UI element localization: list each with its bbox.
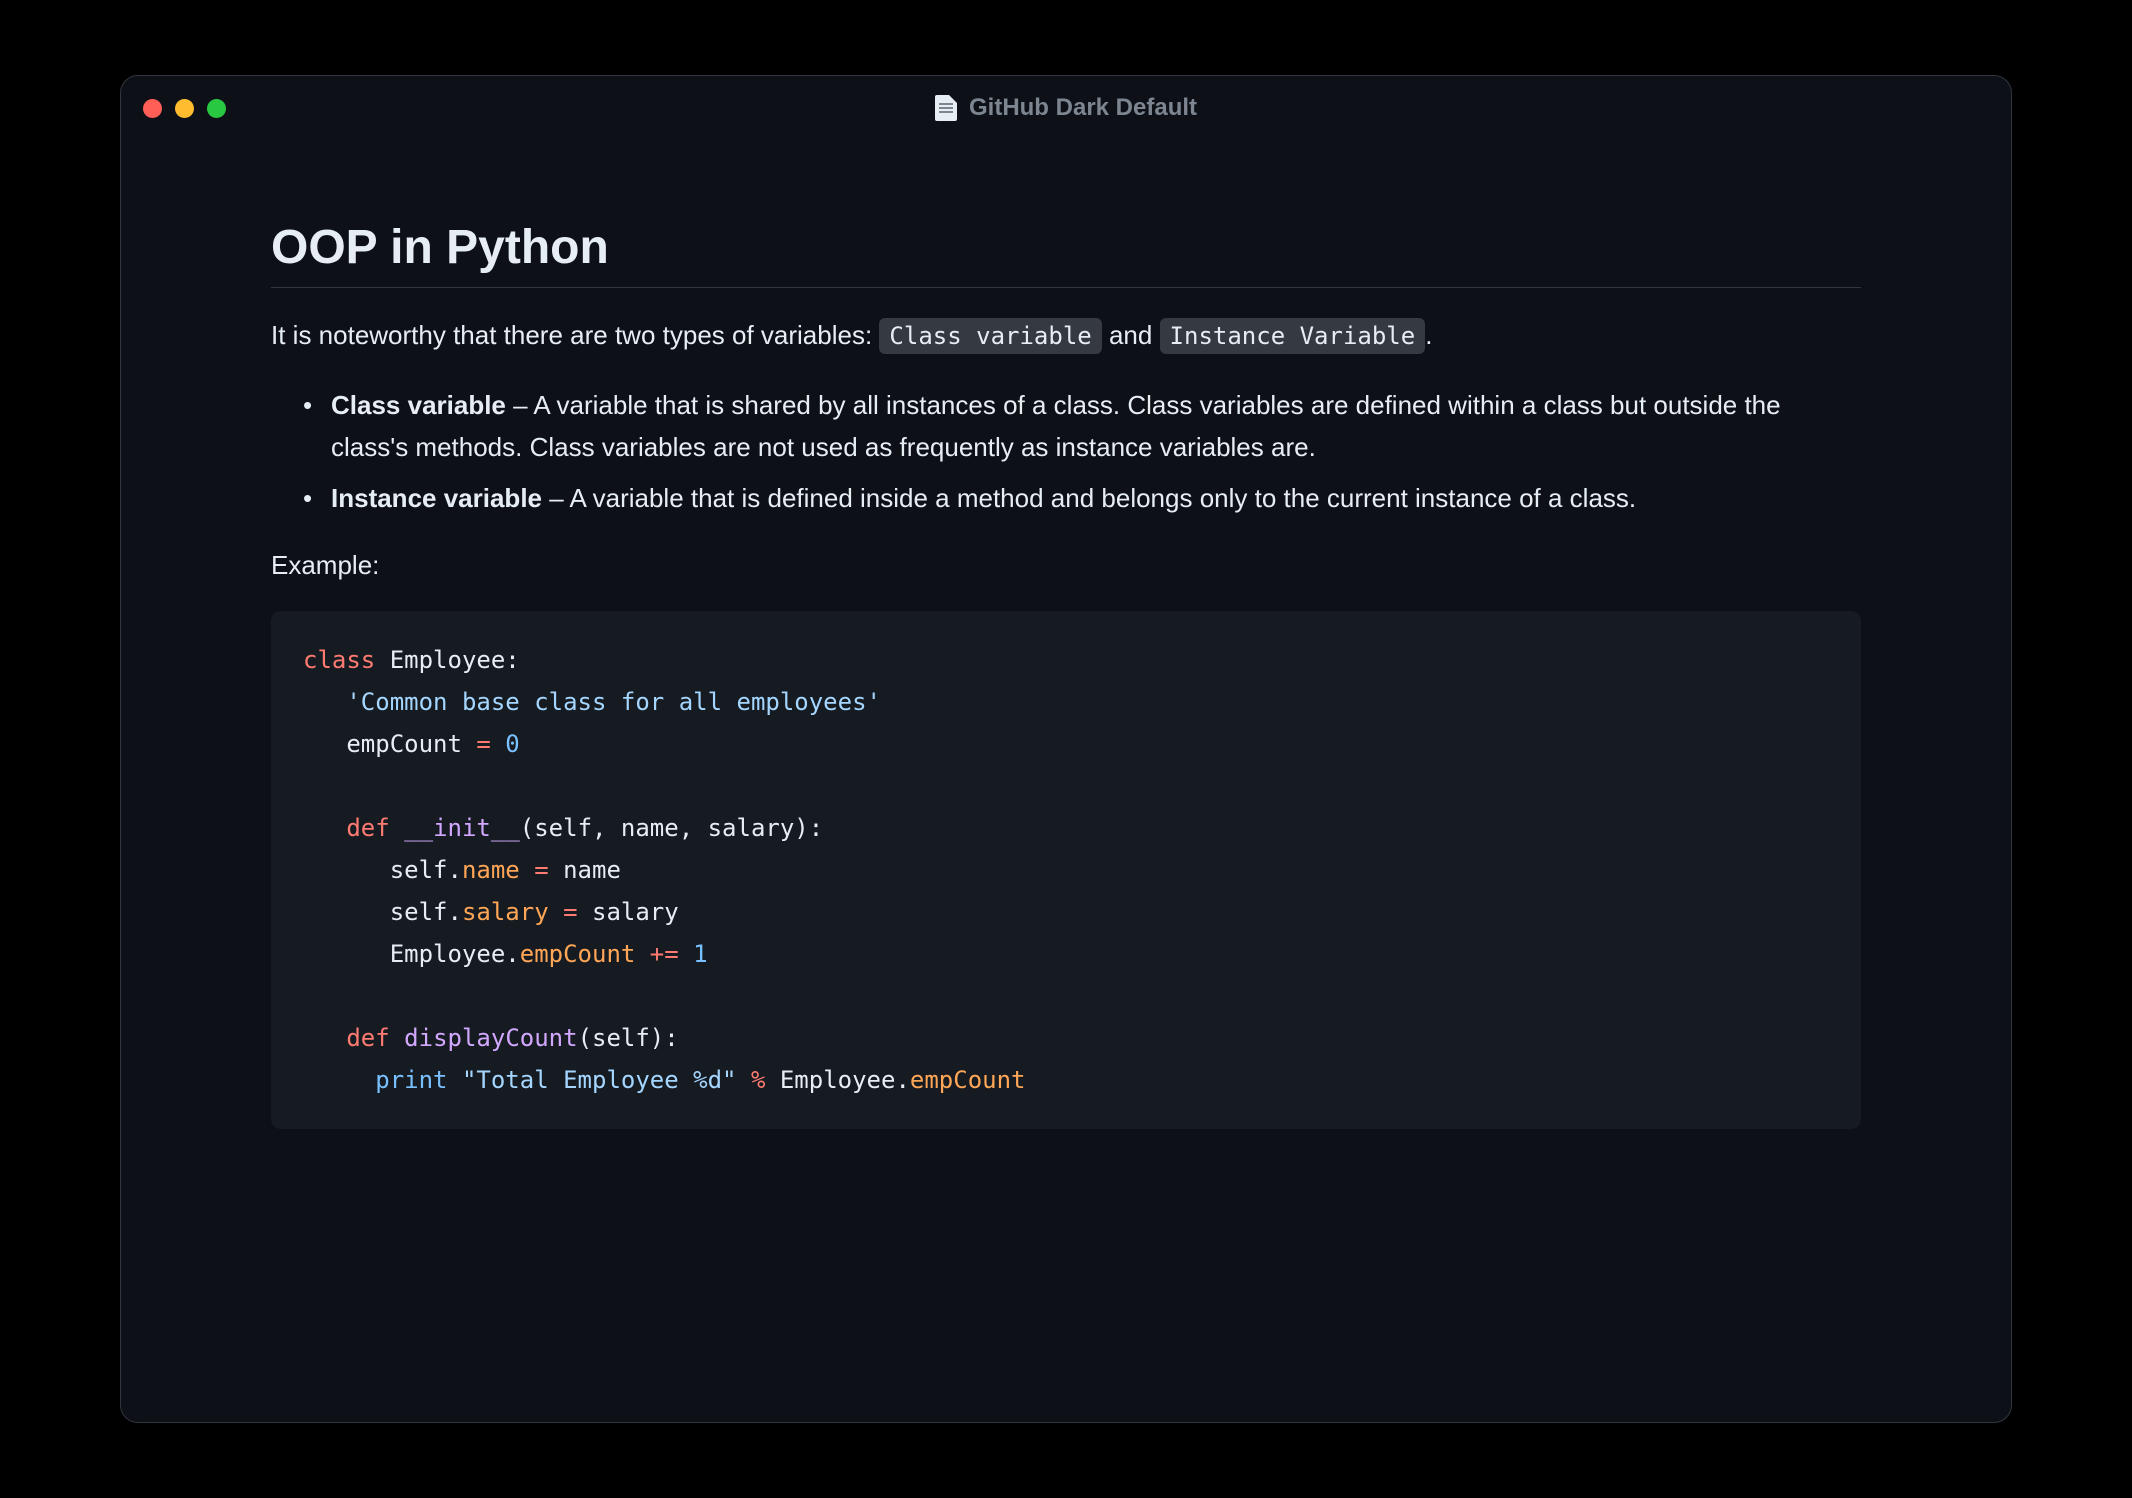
close-button[interactable]	[143, 99, 162, 118]
keyword: def	[346, 814, 389, 842]
intro-text: It is noteworthy that there are two type…	[271, 320, 879, 350]
traffic-lights	[143, 99, 226, 118]
intro-text: and	[1102, 320, 1160, 350]
code-text: (self):	[578, 1024, 679, 1052]
operator: =	[534, 856, 548, 884]
code-text: Employee.	[765, 1066, 910, 1094]
code-text: self.	[303, 898, 462, 926]
page-heading: OOP in Python	[271, 220, 1861, 288]
code-text	[491, 730, 505, 758]
keyword: class	[303, 646, 375, 674]
example-label: Example:	[271, 550, 1861, 581]
intro-paragraph: It is noteworthy that there are two type…	[271, 316, 1861, 355]
titlebar: GitHub Dark Default	[121, 76, 2011, 140]
window-title: GitHub Dark Default	[969, 94, 1197, 122]
document-content: OOP in Python It is noteworthy that ther…	[121, 140, 2011, 1422]
string: 'Common base class for all employees'	[346, 688, 881, 716]
code-text	[303, 1024, 346, 1052]
code-text: Employee:	[375, 646, 520, 674]
string: "Total Employee %d"	[462, 1066, 737, 1094]
operator: =	[563, 898, 577, 926]
builtin: print	[375, 1066, 447, 1094]
code-text	[390, 814, 404, 842]
code-text	[635, 940, 649, 968]
code-content: class Employee: 'Common base class for a…	[303, 639, 1829, 1101]
code-text	[303, 814, 346, 842]
code-text	[448, 1066, 462, 1094]
code-text: salary	[578, 898, 679, 926]
code-text	[549, 898, 563, 926]
dash: –	[542, 483, 569, 513]
function: displayCount	[404, 1024, 577, 1052]
code-text: empCount	[303, 730, 476, 758]
titlebar-center: GitHub Dark Default	[143, 94, 1989, 122]
number: 0	[505, 730, 519, 758]
code-block: class Employee: 'Common base class for a…	[271, 611, 1861, 1129]
code-text	[679, 940, 693, 968]
code-text: (self, name, salary):	[520, 814, 823, 842]
operator: +=	[650, 940, 679, 968]
code-text	[303, 1066, 375, 1094]
document-icon	[935, 95, 957, 121]
maximize-button[interactable]	[207, 99, 226, 118]
term: Class variable	[331, 390, 506, 420]
code-text: Employee.	[303, 940, 520, 968]
attribute: salary	[462, 898, 549, 926]
list-item: Class variable – A variable that is shar…	[303, 385, 1861, 468]
minimize-button[interactable]	[175, 99, 194, 118]
list-item: Instance variable – A variable that is d…	[303, 478, 1861, 520]
description: A variable that is shared by all instanc…	[331, 390, 1781, 462]
variable-types-list: Class variable – A variable that is shar…	[271, 385, 1861, 520]
attribute: name	[462, 856, 520, 884]
app-window: GitHub Dark Default OOP in Python It is …	[120, 75, 2012, 1423]
number: 1	[693, 940, 707, 968]
dash: –	[506, 390, 533, 420]
code-text	[390, 1024, 404, 1052]
inline-code: Class variable	[879, 318, 1101, 354]
operator: %	[751, 1066, 765, 1094]
function: __init__	[404, 814, 520, 842]
code-text: name	[549, 856, 621, 884]
code-text	[737, 1066, 751, 1094]
inline-code: Instance Variable	[1160, 318, 1426, 354]
attribute: empCount	[910, 1066, 1026, 1094]
code-text: self.	[303, 856, 462, 884]
code-text	[520, 856, 534, 884]
intro-text: .	[1425, 320, 1432, 350]
term: Instance variable	[331, 483, 542, 513]
attribute: empCount	[520, 940, 636, 968]
keyword: def	[346, 1024, 389, 1052]
description: A variable that is defined inside a meth…	[569, 483, 1636, 513]
code-text	[303, 688, 346, 716]
operator: =	[476, 730, 490, 758]
